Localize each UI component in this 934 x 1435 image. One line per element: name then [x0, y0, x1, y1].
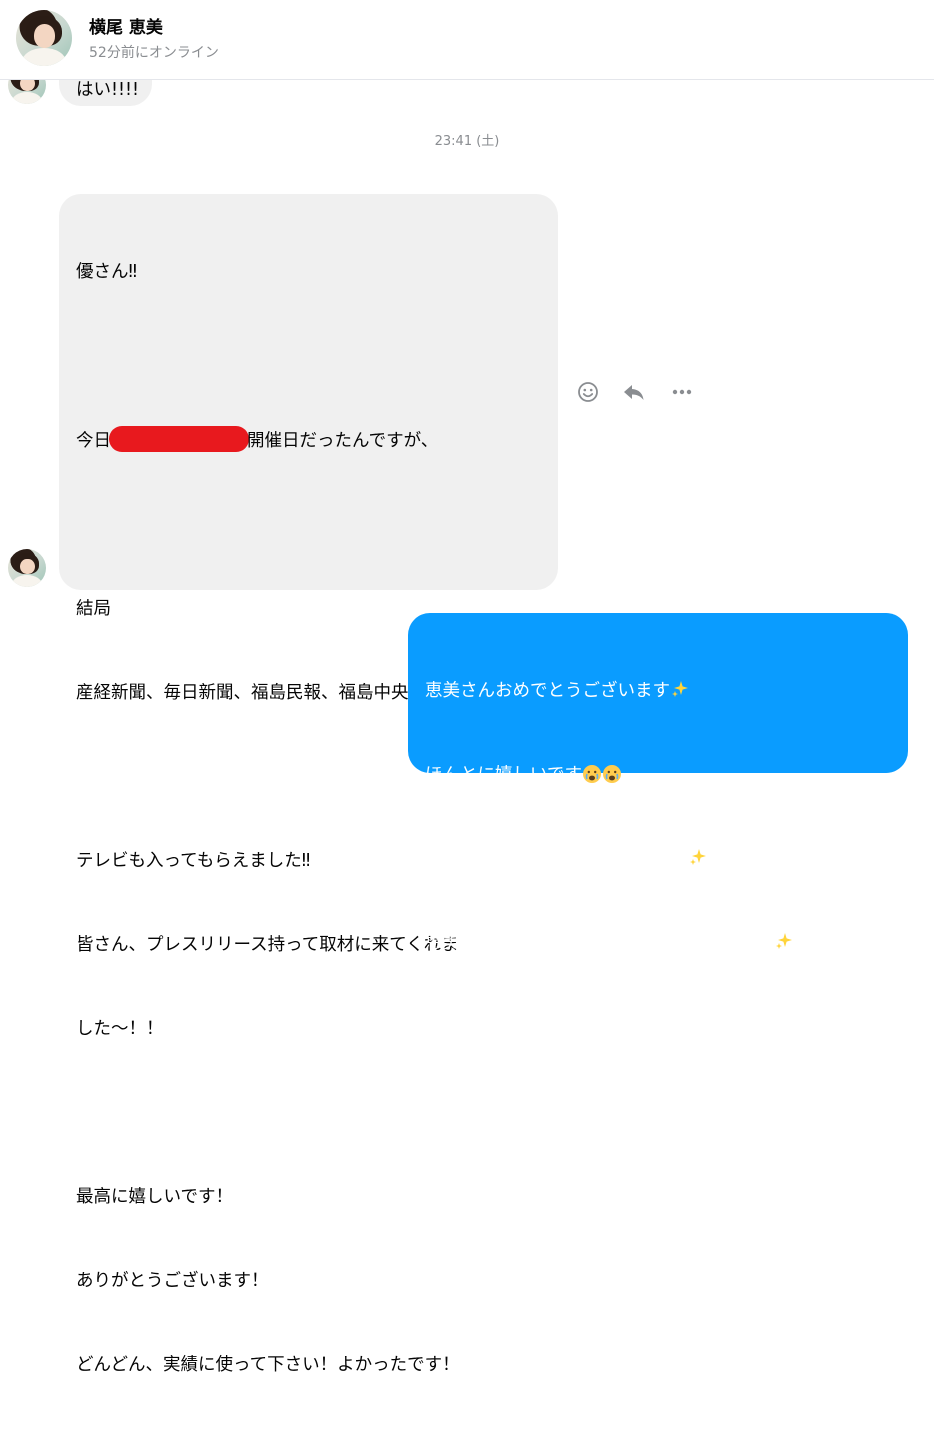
message-line: どんどん、実績に使って下さい！よかったです！ — [76, 1355, 460, 1375]
message-line: ありがとうございます！ — [76, 1271, 269, 1291]
contact-status: 52分前にオンライン — [89, 45, 219, 61]
contact-name[interactable]: 横尾 恵美 — [89, 13, 163, 38]
message-line: 恵美さんの想いがしっかり伝わったんですね — [425, 929, 794, 957]
message-line: 心から良かったッ！！テレビまで — [425, 845, 794, 873]
message-line: ほんとに嬉しいです — [425, 761, 794, 789]
crying-face-icon — [582, 764, 602, 784]
sparkles-icon — [688, 847, 708, 867]
redaction-mark — [109, 426, 249, 452]
crying-face-icon — [602, 764, 622, 784]
message-line: テレビも入ってもらえました‼ — [76, 851, 311, 871]
message-line: 最高に嬉しいです！ — [76, 1187, 233, 1207]
sparkles-icon — [670, 679, 690, 699]
sparkles-icon — [774, 931, 794, 951]
conversation-header: 横尾 恵美 52分前にオンライン — [0, 0, 934, 80]
message-line: 産経新聞、毎日新聞、福島民報、福島中央テレビ — [76, 683, 461, 703]
message-bubble-outgoing[interactable]: 恵美さんおめでとうございます ほんとに嬉しいです 心から良かったッ！！テレビまで… — [408, 613, 908, 953]
message-line: 結局 — [76, 599, 111, 619]
message-line: 今日 開催日だったんですが、 — [76, 426, 461, 455]
message-text: はい!!!! — [76, 80, 140, 100]
message-bubble-incoming[interactable]: 優さん‼ 今日 開催日だったんですが、 結局 産経新聞、毎日新聞、福島民報、福島中… — [59, 194, 558, 1375]
message-line: 皆さん、プレスリリース持って取材に来てくれま — [76, 935, 459, 955]
message-line: 優さん‼ — [76, 262, 137, 282]
more-icon[interactable] — [668, 378, 696, 406]
reply-icon[interactable] — [620, 378, 648, 406]
timestamp-divider: 23:41 (土) — [434, 134, 500, 149]
message-line: 恵美さんおめでとうございます — [425, 677, 794, 705]
message-line: した～！！ — [76, 1019, 164, 1039]
sender-avatar[interactable] — [8, 549, 46, 587]
contact-avatar[interactable] — [16, 10, 72, 66]
message-actions — [574, 378, 704, 406]
smiley-icon[interactable] — [574, 378, 602, 406]
